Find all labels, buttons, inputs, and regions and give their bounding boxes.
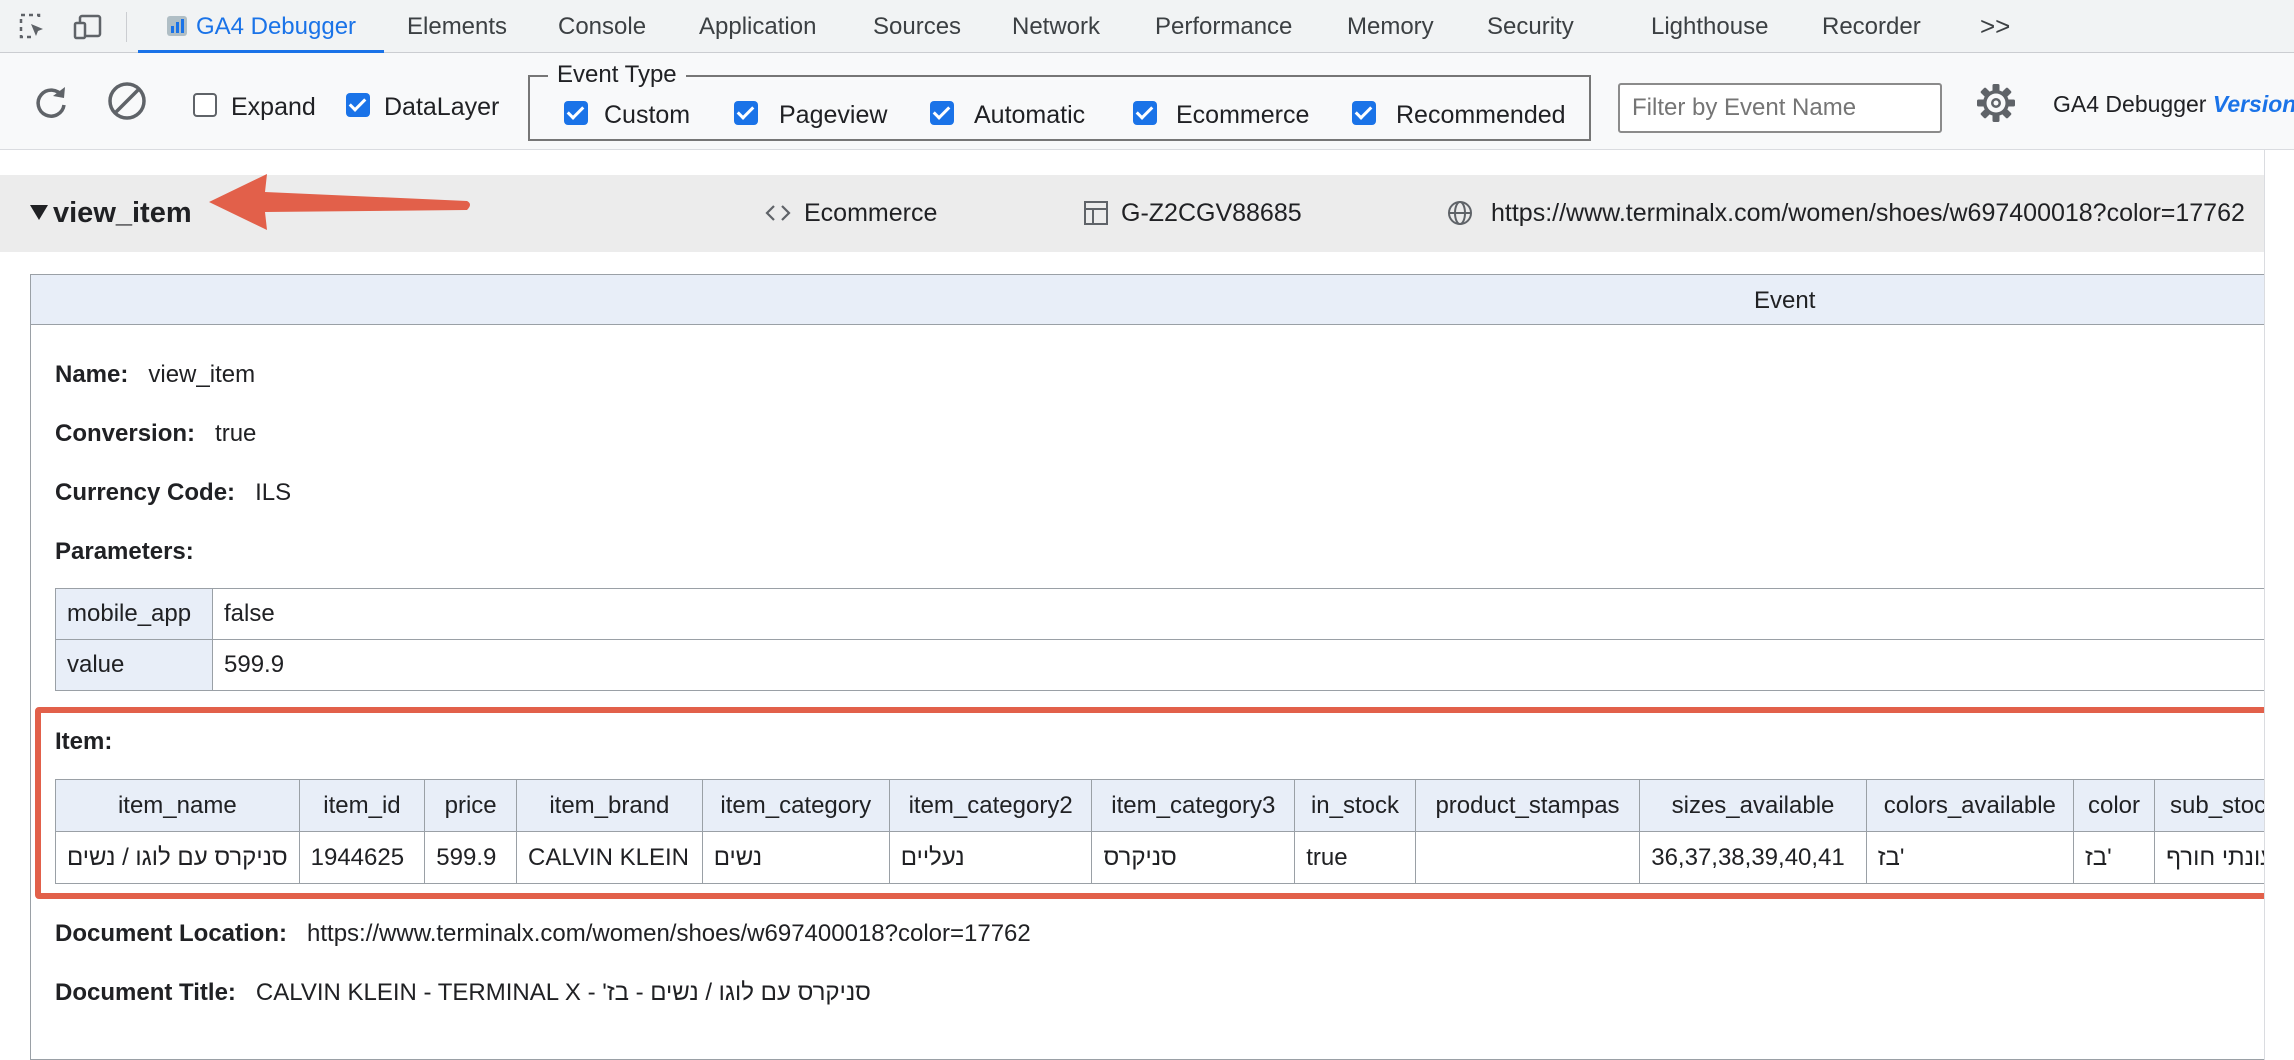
code-brackets-icon: [765, 205, 791, 221]
tab-elements[interactable]: Elements: [407, 0, 507, 53]
ecommerce-checkbox[interactable]: [1133, 101, 1157, 125]
tab-ga4-debugger[interactable]: GA4 Debugger: [138, 0, 384, 53]
custom-label: Custom: [604, 101, 691, 129]
app-version-label: GA4 Debugger Version: [2053, 91, 2294, 118]
recommended-checkbox[interactable]: [1352, 101, 1376, 125]
document-title-row: Document Title: סניקרס עם לוגו / נשים - …: [55, 979, 871, 1007]
gear-icon[interactable]: [1975, 82, 2017, 124]
tab-console[interactable]: Console: [558, 0, 646, 53]
reload-icon[interactable]: [29, 79, 73, 123]
table-row: mobile_app false: [55, 588, 2265, 640]
conversion-row: Conversion: true: [55, 420, 256, 448]
device-toolbar-icon[interactable]: [72, 11, 104, 43]
doc-location-label: Document Location:: [55, 920, 287, 947]
table-row: value 599.9: [55, 639, 2265, 691]
pageview-checkbox[interactable]: [734, 101, 758, 125]
globe-icon: [1448, 201, 1472, 225]
table-icon: [1084, 201, 1108, 225]
automatic-checkbox[interactable]: [930, 101, 954, 125]
recommended-label: Recommended: [1396, 101, 1566, 129]
event-section-title: Event: [1754, 287, 1816, 314]
tab-divider: [126, 12, 127, 42]
scroll-edge-divider: [2264, 150, 2265, 1060]
tab-security[interactable]: Security: [1487, 0, 1574, 53]
event-url-label: https://www.terminalx.com/women/shoes/w6…: [1491, 199, 2245, 227]
parameters-label: Parameters:: [55, 538, 194, 565]
name-value: view_item: [148, 361, 256, 388]
expand-caret-icon[interactable]: [30, 205, 48, 220]
ga4-debugger-toolbar: Expand DataLayer Event Type Custom Pagev…: [0, 53, 2294, 150]
parameters-row: Parameters:: [55, 538, 194, 566]
ecommerce-label: Ecommerce: [1176, 101, 1310, 129]
event-name-row: Name: view_item: [55, 361, 255, 389]
version-link[interactable]: Version: [2213, 91, 2294, 117]
event-name-title: view_item: [53, 197, 192, 229]
currency-value: ILS: [255, 479, 292, 506]
param-key: mobile_app: [55, 588, 213, 640]
automatic-label: Automatic: [974, 101, 1086, 129]
tab-sources[interactable]: Sources: [873, 0, 961, 53]
param-key: value: [55, 639, 213, 691]
document-location-row: Document Location: https://www.terminalx…: [55, 920, 1031, 948]
expand-checkbox[interactable]: [193, 93, 217, 117]
tab-recorder[interactable]: Recorder: [1822, 0, 1921, 53]
event-section-header: Event: [31, 275, 2271, 325]
inspect-element-icon[interactable]: [17, 11, 49, 43]
event-type-label: Ecommerce: [804, 199, 938, 227]
conversion-value: true: [215, 420, 257, 447]
devtools-tab-bar: GA4 Debugger Elements Console Applicatio…: [0, 0, 2294, 53]
tab-network[interactable]: Network: [1012, 0, 1100, 53]
name-label: Name:: [55, 361, 129, 388]
currency-row: Currency Code: ILS: [55, 479, 291, 507]
param-value: false: [212, 588, 2265, 640]
scroll-gutter: [2264, 150, 2294, 1060]
tab-performance[interactable]: Performance: [1155, 0, 1292, 53]
measurement-id-label: G-Z2CGV88685: [1121, 199, 1302, 227]
tab-memory[interactable]: Memory: [1347, 0, 1434, 53]
event-type-legend: Event Type: [548, 61, 686, 89]
expand-label: Expand: [231, 93, 316, 121]
datalayer-label: DataLayer: [384, 93, 500, 121]
datalayer-checkbox[interactable]: [346, 93, 370, 117]
more-tabs-chevron-icon[interactable]: >>: [1980, 0, 2010, 53]
tab-application[interactable]: Application: [699, 0, 816, 53]
pageview-label: Pageview: [779, 101, 888, 129]
ga4-analytics-icon: [166, 15, 187, 36]
tab-label: GA4 Debugger: [195, 13, 357, 40]
currency-label: Currency Code:: [55, 479, 236, 506]
conversion-label: Conversion:: [55, 420, 196, 447]
item-highlight-annotation: [35, 707, 2271, 899]
app-name: GA4 Debugger: [2053, 91, 2207, 117]
doc-location-value: https://www.terminalx.com/women/shoes/w6…: [307, 920, 1031, 947]
event-type-filter-group: Event Type Custom Pageview Automatic Eco…: [528, 61, 1591, 141]
doc-title-label: Document Title:: [55, 979, 236, 1006]
tab-lighthouse[interactable]: Lighthouse: [1651, 0, 1768, 53]
annotation-arrow-icon: [209, 174, 470, 230]
parameters-table: mobile_app false value 599.9: [55, 588, 2265, 691]
filter-event-name-input[interactable]: [1618, 83, 1942, 133]
clear-icon[interactable]: [105, 79, 149, 123]
param-value: 599.9: [212, 639, 2265, 691]
doc-title-value: סניקרס עם לוגו / נשים - בז' - CALVIN KLE…: [255, 979, 871, 1006]
custom-checkbox[interactable]: [564, 101, 588, 125]
